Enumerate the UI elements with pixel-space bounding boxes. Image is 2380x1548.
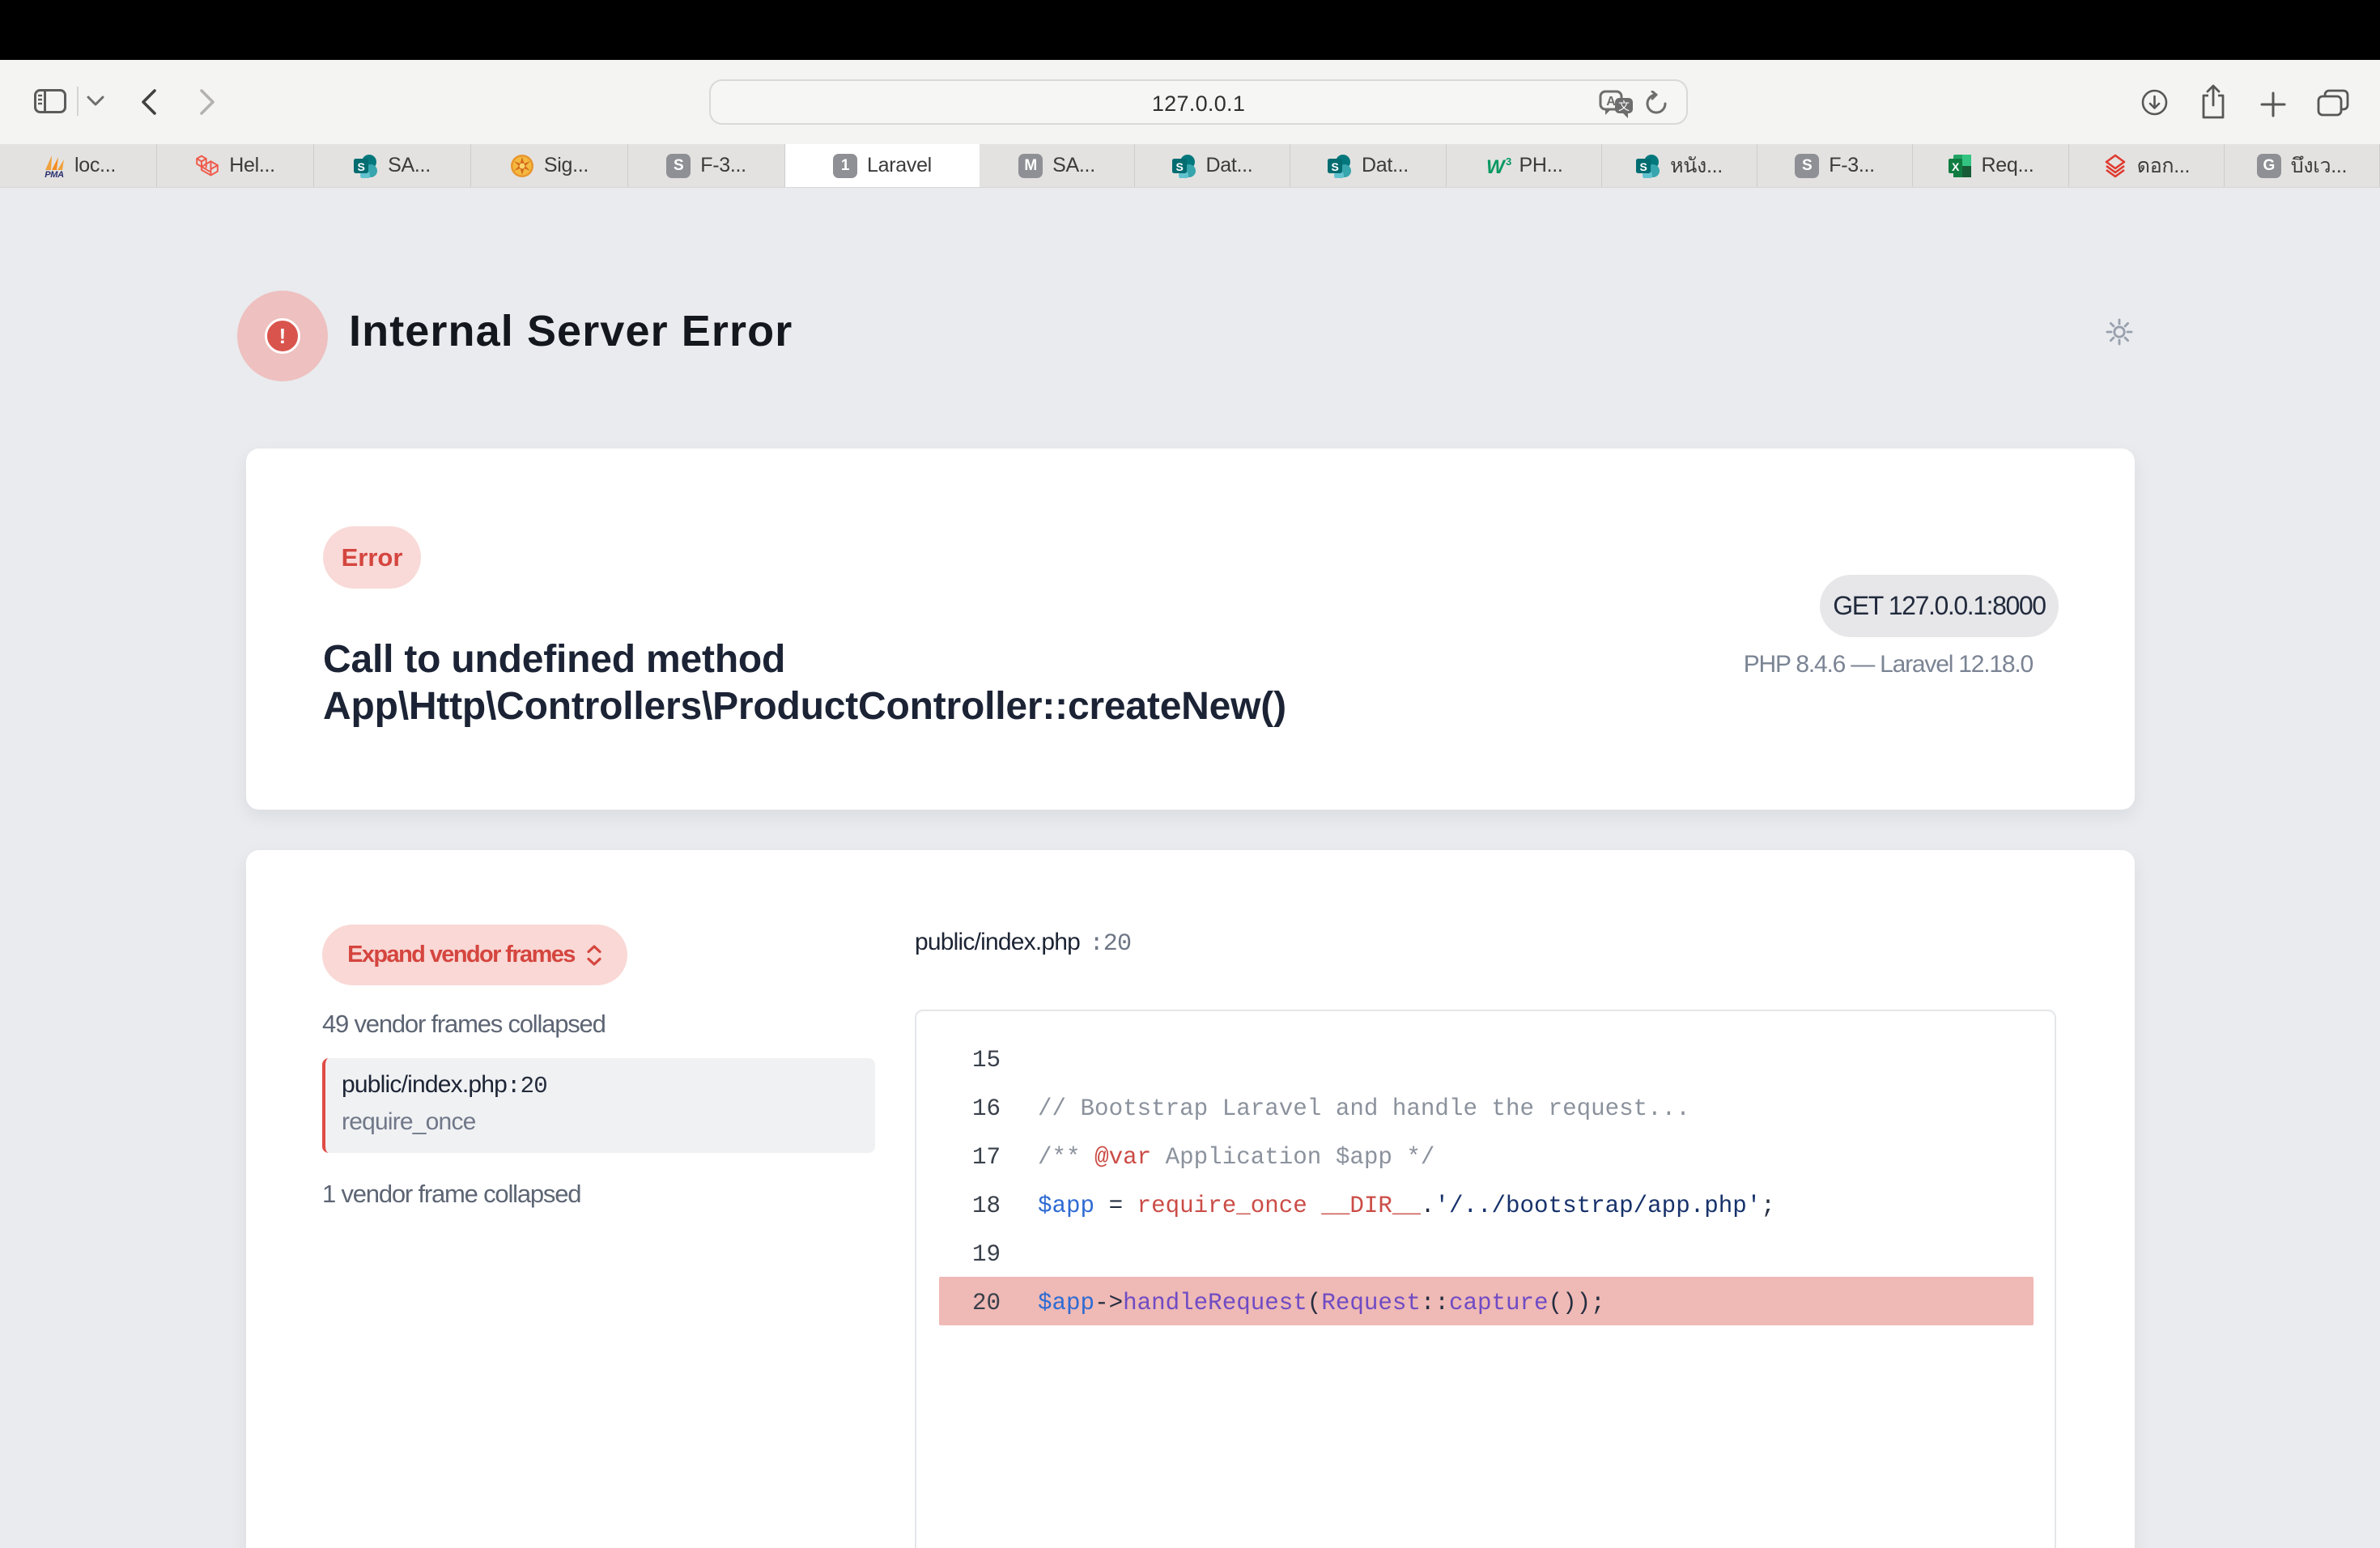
- svg-text:文: 文: [1618, 100, 1630, 113]
- svg-text:S: S: [1640, 160, 1647, 173]
- svg-text:S: S: [1331, 160, 1338, 173]
- svg-text:PMA: PMA: [45, 170, 64, 178]
- svg-text:W: W: [1486, 156, 1507, 178]
- svg-text:S: S: [1175, 160, 1183, 173]
- svg-text:3: 3: [1506, 155, 1511, 168]
- svg-text:X: X: [1952, 160, 1960, 173]
- svg-text:S: S: [358, 160, 365, 173]
- svg-text:A: A: [1606, 95, 1616, 108]
